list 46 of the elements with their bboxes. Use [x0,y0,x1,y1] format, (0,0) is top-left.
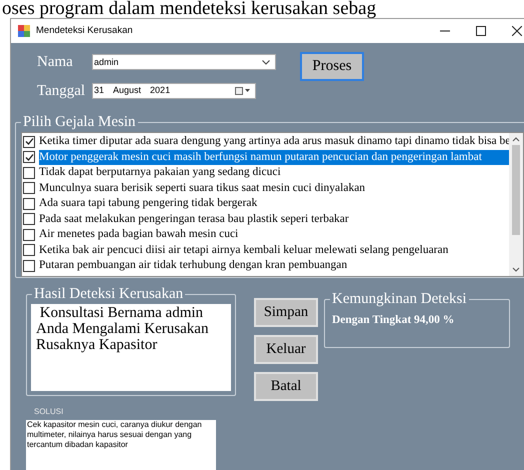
close-icon[interactable] [512,26,522,36]
document-text: oses program dalam mendeteksi kerusakan sebag [1,0,378,18]
symptom-item[interactable]: Motor penggerak mesin cuci masih berfungsi namun putaran pencucian dan pengeringan lambat [39,150,509,165]
date-picker[interactable]: 31 August 2021 [92,82,256,99]
result-text: Rusaknya Kapasitor [36,337,158,353]
scrollbar[interactable] [509,133,523,276]
symptom-item[interactable]: Munculnya suara berisik seperti suara tikus saat mesin cuci dinyalakan [39,180,509,196]
app-icon [17,24,31,38]
action-button[interactable]: Batal [254,372,318,401]
action-button[interactable]: Simpan [254,298,318,327]
symptom-item[interactable]: Ketika bak air pencuci diisi air tetapi airnya kembali keluar melewati selang pengeluaran [39,242,509,258]
result-text: Anda Mengalami Kerusakan [36,321,210,337]
scroll-thumb[interactable] [512,145,520,235]
result-text: Konsultasi Bernama admin [38,305,204,321]
symptom-item[interactable]: Putaran pembuangan air tidak terhubung dengan kran pembuangan [39,258,509,274]
group-title: Pilih Gejala Mesin [21,113,138,131]
calendar-icon [235,86,251,95]
symptom-item[interactable]: Air menetes pada bagian bawah mesin cuci [39,227,509,242]
symptom-item[interactable]: Ada suara tapi tabung pengering tidak bergerak [39,196,509,212]
symptom-item[interactable]: Pada saat melakukan pengeringan terasa bau plastik seperi terbakar [39,212,509,227]
solution-label: SOLUSI [34,406,64,418]
checkbox[interactable] [23,166,35,179]
checkbox[interactable] [23,136,35,148]
date-day: 31 [94,84,104,98]
action-button[interactable]: Keluar [254,335,318,364]
name-label: Nama [37,53,74,72]
solution-box: Cek kapasitor mesin cuci, caranya diukur dengan multimeter, nilainya harus sesuai dengan yang tercantum dibadan kapasitor [26,420,216,470]
date-year: 2021 [150,84,170,97]
group-title: Kemungkinan Deteksi [330,290,469,308]
checkbox[interactable] [23,228,35,241]
date-month: August [113,84,142,97]
checkbox[interactable] [23,213,35,226]
date-label: Tanggal [37,82,86,100]
checkbox[interactable] [23,182,35,194]
checkbox[interactable] [23,260,35,272]
maximize-icon[interactable] [476,26,486,36]
name-value: admin [94,56,120,68]
window-title: Mendeteksi Kerusakan [36,24,133,38]
symptom-item[interactable]: Tidak dapat berputarnya pakaian yang sedang dicuci [39,165,509,180]
checkbox[interactable] [23,151,35,164]
process-button[interactable]: Proses [300,52,364,81]
checkbox[interactable] [23,198,35,210]
probability-text: Dengan Tingkat 94,00 % [332,313,454,328]
chevron-down-icon [262,60,270,65]
name-dropdown[interactable]: admin [92,54,276,70]
checkbox[interactable] [23,244,35,256]
